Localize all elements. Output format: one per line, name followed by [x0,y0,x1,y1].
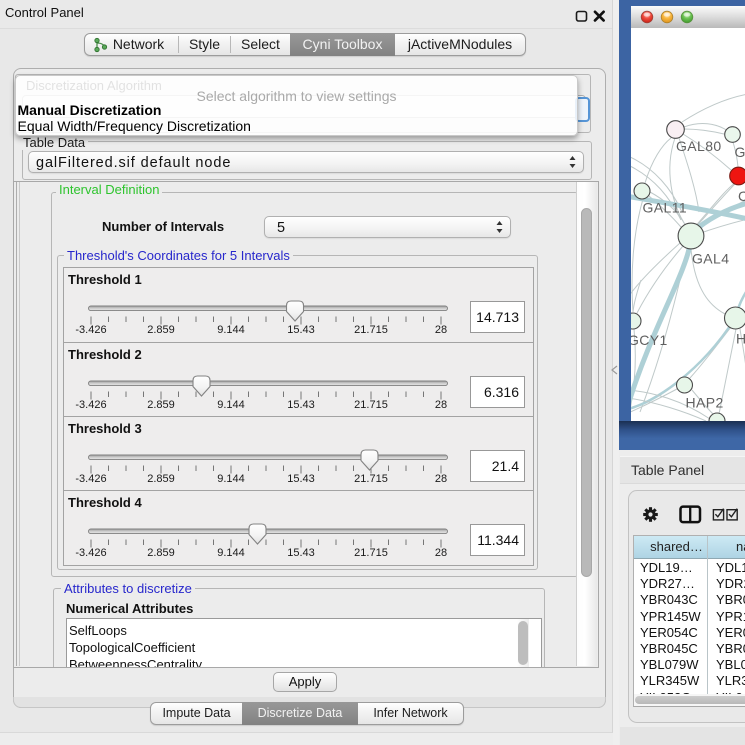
svg-text:GAL80: GAL80 [676,138,722,154]
svg-text:GCY1: GCY1 [631,332,668,348]
svg-text:GAL4: GAL4 [692,251,729,267]
svg-text:GAL11: GAL11 [643,200,688,216]
svg-text:H: H [736,331,745,347]
svg-text:C: C [738,188,745,204]
svg-text:HAP2: HAP2 [686,395,724,411]
svg-text:GA: GA [735,144,745,160]
